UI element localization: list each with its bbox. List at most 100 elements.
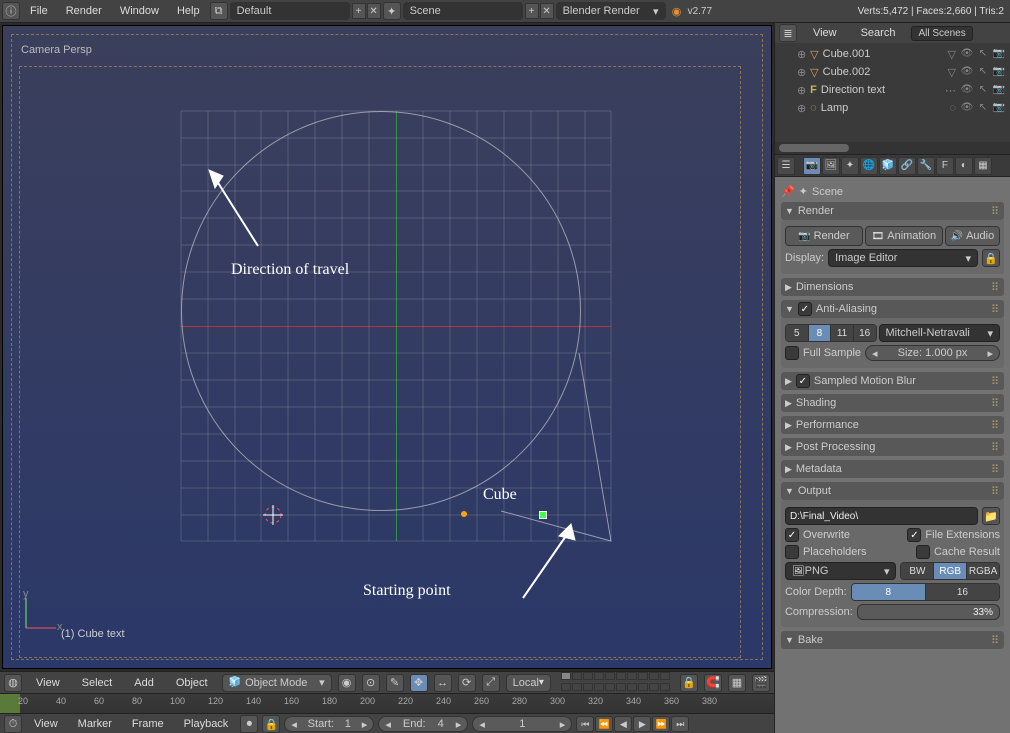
render-button[interactable]: 📷 Render (785, 226, 863, 246)
panel-performance-header[interactable]: ▶Performance⠿ (781, 416, 1004, 434)
tab-constraints-icon[interactable]: 🔗 (898, 157, 916, 175)
current-frame-field[interactable]: ◂1▸ (472, 716, 572, 732)
vp-menu-select[interactable]: Select (74, 677, 121, 689)
editor-type-icon[interactable]: ⓘ (2, 2, 20, 20)
tl-menu-playback[interactable]: Playback (176, 718, 237, 730)
translate-icon[interactable]: ↔ (434, 674, 452, 692)
color-mode-segmented[interactable]: BWRGBRGBA (900, 562, 1000, 580)
color-depth-segmented[interactable]: 816 (851, 583, 1000, 601)
panel-bake-header[interactable]: ▼Bake⠿ (781, 631, 1004, 649)
timeline-editor-icon[interactable]: ⏱ (4, 715, 22, 733)
aa-size-field[interactable]: ◂Size: 1.000 px▸ (865, 345, 1000, 361)
keyframe-prev-icon[interactable]: ⏪ (595, 716, 613, 732)
full-sample-checkbox[interactable] (785, 346, 799, 360)
aa-enable-checkbox[interactable] (798, 302, 812, 316)
tl-menu-view[interactable]: View (26, 718, 66, 730)
scene-addremove[interactable]: +✕ (525, 3, 554, 19)
manipulator-icon[interactable]: ✥ (410, 674, 428, 692)
outliner-item[interactable]: ⊕▽Cube.001▽👁↖📷 (779, 45, 1006, 63)
play-reverse-icon[interactable]: ◀ (614, 716, 632, 732)
snap-type-icon[interactable]: ▦ (728, 674, 746, 692)
placeholders-checkbox[interactable] (785, 545, 799, 559)
back-to-previous-icon[interactable]: ⧉ (210, 2, 228, 20)
panel-dimensions-header[interactable]: ▶Dimensions⠿ (781, 278, 1004, 296)
snap-icon[interactable]: 🧲 (704, 674, 722, 692)
jump-end-icon[interactable]: ⏭ (671, 716, 689, 732)
camera-render-icon[interactable]: 📷 (992, 83, 1006, 97)
auto-keyframe-icon[interactable]: ⏺ (240, 715, 258, 733)
tab-material-icon[interactable]: ◐ (955, 157, 973, 175)
eye-icon[interactable]: 👁 (960, 83, 974, 97)
start-frame-field[interactable]: ◂Start:1▸ (284, 716, 374, 732)
editor-type-3dview-icon[interactable]: ◍ (4, 674, 22, 692)
layout-addremove[interactable]: +✕ (352, 3, 381, 19)
audio-button[interactable]: 🔊 Audio (945, 226, 1000, 246)
vp-menu-view[interactable]: View (28, 677, 68, 689)
outliner-filter-dropdown[interactable]: All Scenes (911, 26, 972, 41)
cursor-select-icon[interactable]: ↖ (976, 101, 990, 115)
orientation-dropdown[interactable]: Local ▾ (506, 674, 551, 692)
panel-smb-header[interactable]: ▶Sampled Motion Blur⠿ (781, 372, 1004, 390)
render-engine-dropdown[interactable]: Blender Render▾ (556, 2, 666, 20)
panel-output-header[interactable]: ▼Output⠿ (781, 482, 1004, 500)
panel-postproc-header[interactable]: ▶Post Processing⠿ (781, 438, 1004, 456)
mode-dropdown[interactable]: 🧊 Object Mode ▾ (222, 674, 332, 692)
cursor-select-icon[interactable]: ↖ (976, 65, 990, 79)
panel-aa-header[interactable]: ▼Anti-Aliasing⠿ (781, 300, 1004, 318)
panel-shading-header[interactable]: ▶Shading⠿ (781, 394, 1004, 412)
output-path-field[interactable]: D:\Final_Video\ (785, 507, 978, 525)
eye-icon[interactable]: 👁 (960, 101, 974, 115)
rotate-icon[interactable]: ⟳ (458, 674, 476, 692)
pin-icon[interactable]: 📌 (781, 185, 795, 198)
panel-metadata-header[interactable]: ▶Metadata⠿ (781, 460, 1004, 478)
shading-solid-icon[interactable]: ◉ (338, 674, 356, 692)
camera-render-icon[interactable]: 📷 (992, 47, 1006, 61)
ol-menu-view[interactable]: View (805, 27, 845, 39)
timeline-ruler[interactable]: 2040608010012014016018020022024026028030… (0, 694, 774, 714)
tab-scene-icon[interactable]: ✦ (841, 157, 859, 175)
tl-menu-frame[interactable]: Frame (124, 718, 172, 730)
editor-type-props-icon[interactable]: ☰ (777, 157, 795, 175)
animation-button[interactable]: 🎞 Animation (865, 226, 943, 246)
tab-render-icon[interactable]: 📷 (803, 157, 821, 175)
eye-icon[interactable]: 👁 (960, 47, 974, 61)
outliner-item[interactable]: ⊕▽Cube.002▽👁↖📷 (779, 63, 1006, 81)
display-dropdown[interactable]: Image Editor▾ (828, 249, 978, 267)
lock-interface-icon[interactable]: 🔒 (982, 249, 1000, 267)
scene-dropdown[interactable]: Scene (403, 2, 523, 20)
tab-object-icon[interactable]: 🧊 (879, 157, 897, 175)
cursor-select-icon[interactable]: ↖ (976, 47, 990, 61)
file-browser-icon[interactable]: 📁 (982, 507, 1000, 525)
keying-set-icon[interactable]: 🔒 (262, 715, 280, 733)
outliner-item[interactable]: ⊕◌Lamp◌👁↖📷 (779, 99, 1006, 117)
keyframe-next-icon[interactable]: ⏩ (652, 716, 670, 732)
vp-menu-object[interactable]: Object (168, 677, 216, 689)
lock-camera-icon[interactable]: 🔒 (680, 674, 698, 692)
layer-buttons[interactable] (561, 672, 670, 693)
compression-field[interactable]: 33% (857, 604, 1000, 620)
play-icon[interactable]: ▶ (633, 716, 651, 732)
menu-help[interactable]: Help (169, 5, 208, 17)
cache-result-checkbox[interactable] (916, 545, 930, 559)
overwrite-checkbox[interactable] (785, 528, 799, 542)
jump-start-icon[interactable]: ⏮ (576, 716, 594, 732)
menu-render[interactable]: Render (58, 5, 110, 17)
smb-enable-checkbox[interactable] (796, 374, 810, 388)
outliner-scrollbar[interactable] (779, 144, 849, 152)
scene-icon[interactable]: ✦ (383, 2, 401, 20)
outliner-editor-icon[interactable]: ≣ (779, 24, 797, 42)
file-format-dropdown[interactable]: 🖼 PNG▾ (785, 562, 897, 580)
menu-file[interactable]: File (22, 5, 56, 17)
menu-window[interactable]: Window (112, 5, 167, 17)
vp-menu-add[interactable]: Add (126, 677, 162, 689)
ol-menu-search[interactable]: Search (853, 27, 904, 39)
camera-render-icon[interactable]: 📷 (992, 101, 1006, 115)
tab-data-icon[interactable]: F (936, 157, 954, 175)
playback-controls[interactable]: ⏮ ⏪ ◀ ▶ ⏩ ⏭ (576, 716, 689, 732)
tab-render-layers-icon[interactable]: 🖼 (822, 157, 840, 175)
camera-render-icon[interactable]: 📷 (992, 65, 1006, 79)
aa-filter-dropdown[interactable]: Mitchell-Netravali▾ (879, 324, 1000, 342)
tab-modifiers-icon[interactable]: 🔧 (917, 157, 935, 175)
scale-icon[interactable]: ⤢ (482, 674, 500, 692)
cursor-select-icon[interactable]: ↖ (976, 83, 990, 97)
